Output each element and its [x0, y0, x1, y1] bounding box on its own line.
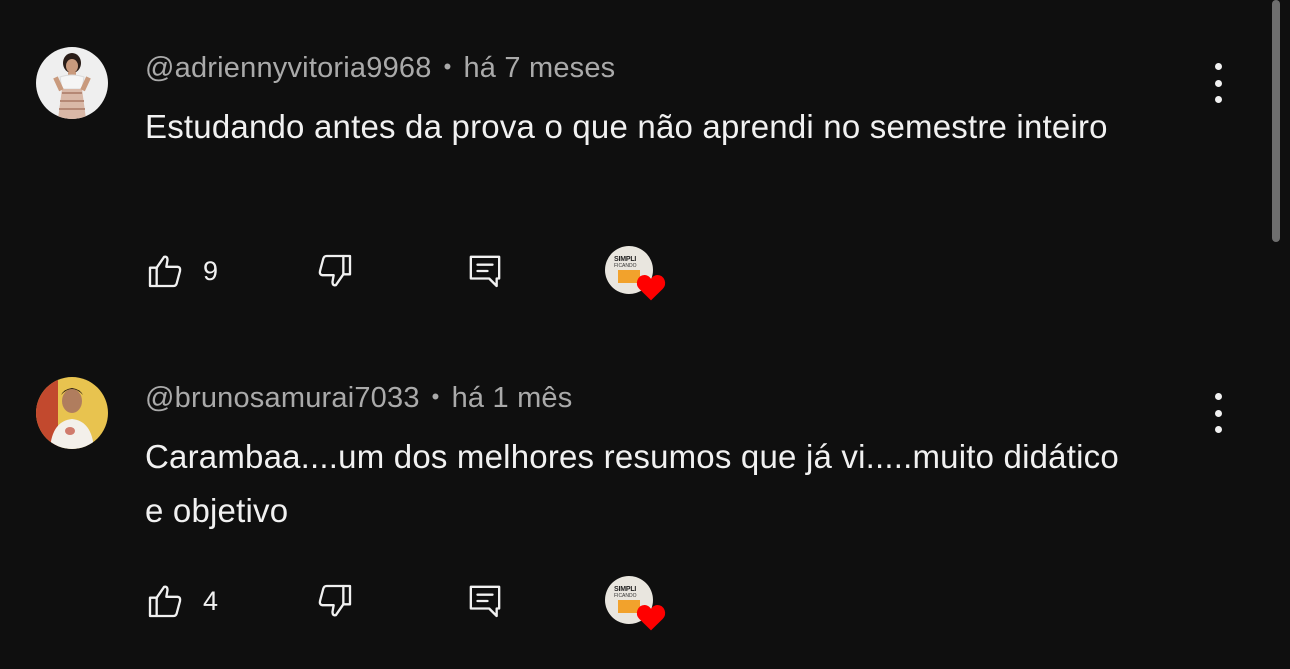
separator-dot: • [443, 54, 452, 79]
author-name[interactable]: @adriennyvitoria9968 [145, 52, 432, 84]
comment-actions: 9 SIMPLI FICANDO [145, 244, 705, 301]
heart-icon [636, 604, 666, 631]
comment-thread: @brunosamurai7033 • há 1 mês Carambaa....u… [0, 330, 1290, 650]
comment-time[interactable]: há 7 meses [463, 52, 615, 84]
creator-logo-line1: SIMPLI [614, 586, 637, 593]
author-name[interactable]: @brunosamurai7033 [145, 382, 420, 414]
comments-section: @adriennyvitoria9968 • há 7 meses Estudand… [0, 0, 1290, 669]
more-vertical-icon[interactable] [1200, 393, 1236, 433]
comment-reply-icon [469, 255, 501, 288]
reply-button[interactable] [465, 574, 505, 628]
thumb-down-icon [318, 584, 352, 617]
comment-text: Carambaa....um dos melhores resumos que … [145, 438, 1119, 529]
thumb-up-icon [148, 255, 182, 288]
avatar[interactable] [36, 47, 108, 119]
more-vertical-icon[interactable] [1200, 63, 1236, 103]
separator-dot: • [431, 384, 440, 409]
heart-icon [636, 274, 666, 301]
creator-logo-line1: SIMPLI [614, 256, 637, 263]
comment-header: @adriennyvitoria9968 • há 7 meses [145, 52, 615, 85]
dislike-button[interactable] [315, 244, 355, 298]
comment-thread: @adriennyvitoria9968 • há 7 meses Estudand… [0, 0, 1290, 320]
creator-heart-badge[interactable]: SIMPLI FICANDO [605, 244, 666, 301]
thumb-up-icon [148, 585, 182, 618]
like-count: 4 [203, 585, 219, 616]
like-button[interactable]: 9 [145, 244, 218, 298]
thumb-down-icon [318, 254, 352, 287]
comment-header: @brunosamurai7033 • há 1 mês [145, 382, 572, 415]
comment-text: Estudando antes da prova o que não apren… [145, 108, 1108, 145]
scrollbar[interactable] [1272, 0, 1280, 242]
comment-actions: 4 SIMPLI FICANDO [145, 574, 705, 631]
creator-heart-badge[interactable]: SIMPLI FICANDO [605, 574, 666, 631]
comment-time[interactable]: há 1 mês [452, 382, 573, 414]
comment-reply-icon [469, 585, 501, 618]
reply-button[interactable] [465, 244, 505, 298]
creator-logo-line2: FICANDO [614, 593, 637, 599]
creator-logo-line2: FICANDO [614, 263, 637, 269]
dislike-button[interactable] [315, 574, 355, 628]
like-button[interactable]: 4 [145, 574, 218, 628]
avatar[interactable] [36, 377, 108, 449]
like-count: 9 [203, 255, 219, 286]
